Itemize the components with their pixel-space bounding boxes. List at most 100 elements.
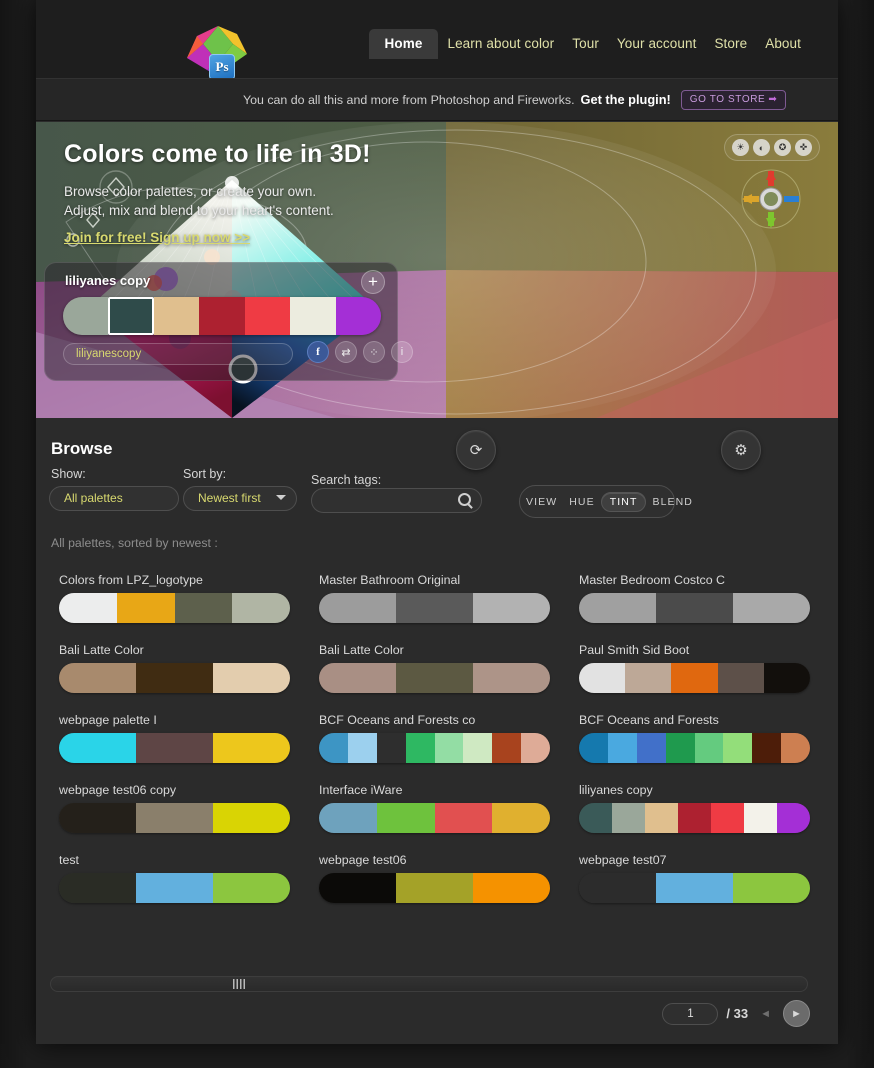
palette-swatch[interactable] (136, 803, 213, 833)
palette-swatch[interactable] (319, 733, 348, 763)
palette-swatch[interactable] (612, 803, 645, 833)
palette-swatch[interactable] (59, 733, 136, 763)
brightness-icon[interactable]: ☀ (732, 139, 749, 156)
palette-card-strip[interactable] (59, 733, 290, 763)
palette-tag-input[interactable]: liliyanescopy (63, 343, 293, 365)
palette-swatch[interactable] (579, 733, 608, 763)
palette-card[interactable]: Paul Smith Sid Boot (570, 643, 830, 713)
editor-swatch[interactable] (199, 297, 245, 335)
palette-swatch[interactable] (59, 803, 136, 833)
palette-swatch[interactable] (136, 663, 213, 693)
palette-swatch[interactable] (636, 733, 666, 763)
palette-swatch[interactable] (396, 663, 473, 693)
editor-swatch[interactable] (290, 297, 336, 335)
palette-swatch[interactable] (347, 733, 377, 763)
palette-card-strip[interactable] (59, 593, 290, 623)
share-icon[interactable]: ⇄ (335, 341, 357, 363)
palette-swatch[interactable] (473, 593, 550, 623)
settings-button[interactable]: ⚙ (721, 430, 761, 470)
palette-swatch[interactable] (625, 663, 672, 693)
signup-link[interactable]: Join for free! Sign up now >> (64, 230, 250, 245)
palette-swatch[interactable] (376, 733, 406, 763)
palette-card-strip[interactable] (319, 873, 550, 903)
palette-swatch[interactable] (136, 873, 213, 903)
nav-item-store[interactable]: Store (705, 29, 756, 59)
palette-swatch[interactable] (744, 803, 777, 833)
palette-swatch[interactable] (579, 803, 612, 833)
palette-swatch[interactable] (473, 873, 550, 903)
palette-card[interactable]: webpage palette I (50, 713, 310, 783)
palette-swatch[interactable] (136, 733, 213, 763)
palette-swatch[interactable] (473, 663, 550, 693)
mode-blend[interactable]: BLEND (646, 492, 699, 512)
palette-card[interactable]: Bali Latte Color (50, 643, 310, 713)
palette-swatch[interactable] (733, 873, 810, 903)
slider-grip[interactable] (233, 979, 245, 989)
palette-card-strip[interactable] (319, 803, 550, 833)
palette-card-strip[interactable] (579, 873, 810, 903)
palette-card[interactable]: Master Bathroom Original (310, 573, 570, 643)
nav-item-your-account[interactable]: Your account (608, 29, 706, 59)
palette-swatch[interactable] (656, 873, 733, 903)
palette-swatch[interactable] (396, 593, 473, 623)
palette-card-strip[interactable] (579, 663, 810, 693)
palette-card-strip[interactable] (59, 873, 290, 903)
palette-swatch[interactable] (463, 733, 493, 763)
palette-swatch[interactable] (319, 803, 377, 833)
show-filter-dropdown[interactable]: All palettes (49, 486, 179, 511)
colors-icon[interactable]: ⁘ (363, 341, 385, 363)
info-icon[interactable]: i (391, 341, 413, 363)
next-page-button[interactable]: ► (783, 1000, 810, 1027)
palette-swatch[interactable] (492, 733, 522, 763)
horizontal-scroll-slider[interactable] (50, 976, 808, 992)
palette-swatch[interactable] (405, 733, 435, 763)
contrast-icon[interactable]: ◐ (753, 139, 770, 156)
refresh-button[interactable]: ⟳ (456, 430, 496, 470)
palette-swatch[interactable] (319, 593, 396, 623)
palette-swatch[interactable] (656, 593, 733, 623)
palette-card[interactable]: webpage test07 (570, 853, 830, 923)
site-logo[interactable]: Ps (181, 24, 255, 86)
palette-swatch[interactable] (213, 803, 290, 833)
palette-swatch[interactable] (116, 593, 175, 623)
palette-card[interactable]: BCF Oceans and Forests (570, 713, 830, 783)
palette-card[interactable]: Colors from LPZ_logotype (50, 573, 310, 643)
search-icon[interactable] (458, 493, 471, 506)
palette-card[interactable]: liliyanes copy (570, 783, 830, 853)
palette-swatch[interactable] (607, 733, 637, 763)
palette-card-strip[interactable] (579, 803, 810, 833)
editor-swatch[interactable] (108, 297, 154, 335)
palette-swatch[interactable] (213, 733, 290, 763)
mode-view[interactable]: VIEW (520, 492, 563, 512)
palette-swatch[interactable] (213, 873, 290, 903)
palette-card-strip[interactable] (319, 593, 550, 623)
palette-card[interactable]: webpage test06 copy (50, 783, 310, 853)
palette-swatch[interactable] (59, 873, 136, 903)
prev-page-button[interactable]: ◄ (756, 1008, 775, 1020)
palette-swatch[interactable] (232, 593, 290, 623)
palette-swatch[interactable] (376, 803, 435, 833)
palette-swatch[interactable] (521, 733, 550, 763)
palette-swatch[interactable] (579, 663, 626, 693)
palette-card[interactable]: test (50, 853, 310, 923)
palette-swatch[interactable] (781, 733, 810, 763)
palette-swatch[interactable] (319, 663, 396, 693)
globe-icon[interactable]: ✪ (774, 139, 791, 156)
palette-swatch[interactable] (434, 803, 493, 833)
palette-swatch[interactable] (434, 733, 464, 763)
palette-card[interactable]: Interface iWare (310, 783, 570, 853)
palette-swatch[interactable] (645, 803, 678, 833)
palette-swatch[interactable] (319, 873, 396, 903)
editor-swatch[interactable] (335, 297, 381, 335)
palette-card-strip[interactable] (319, 663, 550, 693)
go-to-store-button[interactable]: GO TO STORE ➡ (680, 89, 787, 110)
palette-swatch[interactable] (174, 593, 233, 623)
axis-navigation-widget[interactable] (740, 168, 802, 230)
palette-card-strip[interactable] (579, 593, 810, 623)
palette-card-strip[interactable] (579, 733, 810, 763)
palette-swatch[interactable] (678, 803, 711, 833)
palette-swatch[interactable] (59, 663, 136, 693)
palette-swatch[interactable] (711, 803, 744, 833)
palette-card[interactable]: Bali Latte Color (310, 643, 570, 713)
palette-swatch[interactable] (777, 803, 810, 833)
